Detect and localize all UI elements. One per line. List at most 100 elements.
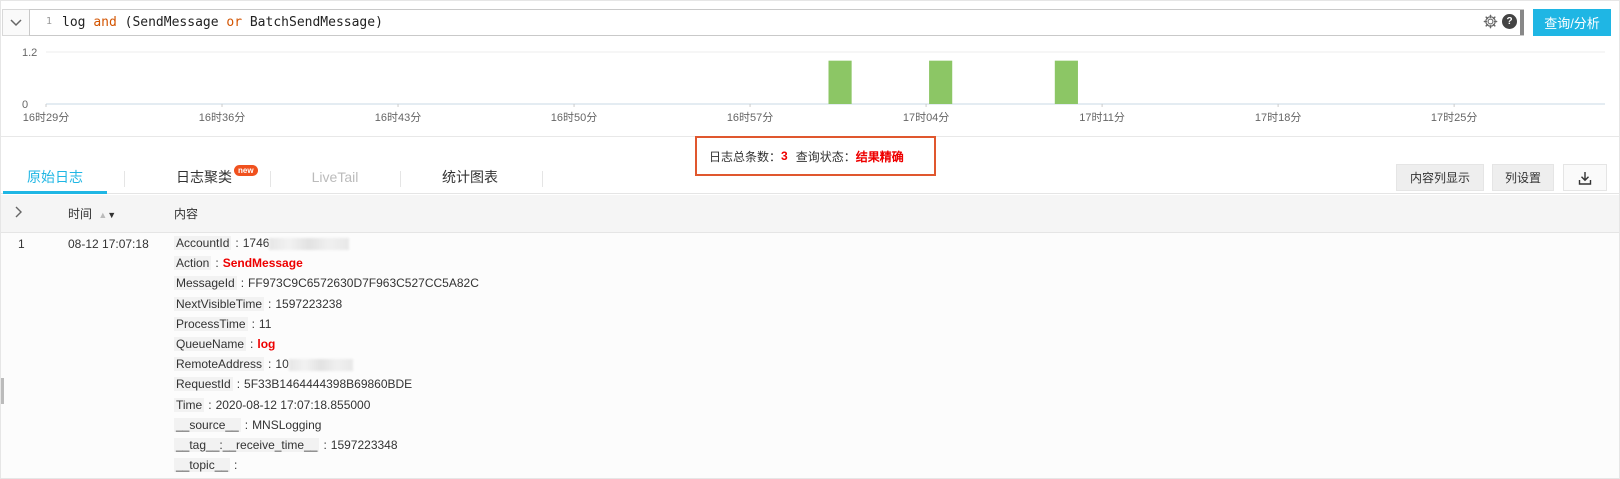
x-tick-label: 16时29分 xyxy=(23,111,69,124)
field-value[interactable]: 1746 xyxy=(243,236,270,250)
status-value: 结果精确 xyxy=(855,149,904,164)
log-field: NextVisibleTime:1597223238 xyxy=(174,294,479,314)
x-tick-label: 16时43分 xyxy=(375,111,421,124)
query-token: (SendMessage xyxy=(116,15,227,30)
log-field: __source__: MNSLogging xyxy=(174,415,479,435)
field-separator: : xyxy=(251,316,255,331)
table-header: 时间 ▲▼ 内容 xyxy=(0,195,1620,233)
download-button[interactable] xyxy=(1563,164,1607,191)
table-row: 1 08-12 17:07:18 AccountId:1746 Action: Se… xyxy=(0,233,1620,479)
x-tick-label: 16时36分 xyxy=(199,111,245,124)
log-field: RemoteAddress:10 xyxy=(174,354,479,374)
field-key[interactable]: AccountId xyxy=(174,236,232,250)
field-key[interactable]: RequestId xyxy=(174,377,233,392)
help-icon[interactable]: ? xyxy=(1502,14,1517,29)
field-key[interactable]: __tag__:__receive_time__ xyxy=(174,437,320,452)
field-separator: : xyxy=(208,397,212,412)
tab-log-cluster[interactable]: 日志聚类 new xyxy=(144,163,264,194)
content-display-button[interactable]: 内容列显示 xyxy=(1396,164,1484,191)
log-field: MessageId: FF973C9C6572630D7F963C527CC5A8… xyxy=(174,273,479,293)
field-separator: : xyxy=(323,437,327,452)
field-value[interactable]: FF973C9C6572630D7F963C527CC5A82C xyxy=(248,276,479,290)
status-label: 查询状态： xyxy=(795,149,856,164)
query-editor[interactable]: 1 log and (SendMessage or BatchSendMessa… xyxy=(29,9,1524,36)
tab-raw-logs[interactable]: 原始日志 xyxy=(3,163,107,194)
gear-icon[interactable] xyxy=(1483,14,1498,29)
field-key[interactable]: NextVisibleTime xyxy=(174,296,265,311)
row-time: 08-12 17:07:18 xyxy=(68,237,149,251)
x-tick-label: 17时18分 xyxy=(1255,111,1301,124)
field-value[interactable]: 11 xyxy=(259,317,271,331)
field-value[interactable]: SendMessage xyxy=(223,256,303,270)
left-resize-handle[interactable] xyxy=(0,378,4,404)
field-separator: : xyxy=(250,336,254,351)
chevron-down-icon xyxy=(10,18,22,26)
tab-separator xyxy=(270,171,271,187)
field-separator: : xyxy=(234,458,238,473)
query-token: log xyxy=(62,15,94,30)
field-key[interactable]: RemoteAddress xyxy=(174,357,265,372)
x-tick-label: 17时25分 xyxy=(1431,111,1477,124)
histogram-chart: 1.2 016时29分 16时36分 16时43分 16时50分 16时57分 17时04分… xyxy=(22,47,1605,124)
log-histogram: 1.2 0 16时29分 16时36分 16时43分 16时50分 16时57分 17时04分… xyxy=(0,44,1620,130)
download-icon xyxy=(1578,171,1592,185)
tab-separator xyxy=(400,171,401,187)
x-tick-label: 17时04分 xyxy=(903,111,949,124)
field-key[interactable]: ProcessTime xyxy=(174,316,248,331)
expand-all-toggle[interactable] xyxy=(15,195,23,233)
line-number: 1 xyxy=(45,16,52,27)
tab-statistics-chart[interactable]: 统计图表 xyxy=(420,163,520,194)
field-separator: : xyxy=(236,377,241,392)
search-analyze-button[interactable]: 查询/分析 xyxy=(1533,9,1611,36)
chevron-right-icon xyxy=(15,206,22,218)
field-value[interactable]: 10 xyxy=(275,357,288,371)
expand-query-button[interactable] xyxy=(2,9,29,36)
field-value[interactable]: 5F33B1464444398B69860BDE xyxy=(244,377,412,391)
x-tick-label: 16时57分 xyxy=(727,111,773,124)
row-index: 1 xyxy=(18,237,25,251)
query-bar: 1 log and (SendMessage or BatchSendMessa… xyxy=(0,0,1620,48)
tab-separator xyxy=(542,171,543,187)
time-column-header[interactable]: 时间 ▲▼ xyxy=(68,195,116,234)
column-settings-button[interactable]: 列设置 xyxy=(1492,164,1554,191)
query-keyword: or xyxy=(226,15,243,30)
field-value[interactable]: 1597223348 xyxy=(331,438,398,452)
result-summary: 日志总条数： 3 查询状态： 结果精确 xyxy=(695,136,936,176)
sort-icon[interactable]: ▲▼ xyxy=(98,196,116,234)
field-key[interactable]: MessageId xyxy=(174,276,237,291)
editor-tools: ? xyxy=(1483,14,1517,29)
count-label: 日志总条数： xyxy=(709,149,782,164)
y-tick-label: 1.2 xyxy=(22,47,37,59)
tab-livetail[interactable]: LiveTail xyxy=(290,163,380,194)
field-value[interactable]: 2020-08-12 17:07:18.855000 xyxy=(216,398,371,412)
field-separator: : xyxy=(244,417,249,432)
count-value: 3 xyxy=(781,149,788,163)
tab-log-cluster-label: 日志聚类 xyxy=(176,169,232,185)
log-field: __topic__: xyxy=(174,455,479,475)
query-token: BatchSendMessage) xyxy=(242,15,383,30)
histogram-bar xyxy=(1054,60,1078,104)
field-value[interactable]: log xyxy=(257,337,275,351)
field-key[interactable]: QueueName xyxy=(174,336,247,351)
field-separator: : xyxy=(215,256,219,271)
y-tick-label: 0 xyxy=(22,99,28,111)
field-value[interactable]: MNSLogging xyxy=(252,418,321,432)
log-field: ProcessTime:11 xyxy=(174,314,479,334)
field-value[interactable]: 1597223238 xyxy=(275,297,342,311)
time-header-label: 时间 xyxy=(68,207,93,221)
x-tick-label: 16时50分 xyxy=(551,111,597,124)
log-field: AccountId:1746 xyxy=(174,233,479,253)
field-key[interactable]: __topic__ xyxy=(174,458,231,473)
field-key[interactable]: Time xyxy=(174,397,205,412)
log-field: QueueName: log xyxy=(174,334,479,354)
content-column-header: 内容 xyxy=(174,207,199,221)
log-field: Time:2020-08-12 17:07:18.855000 xyxy=(174,395,479,415)
field-key[interactable]: __source__ xyxy=(174,417,241,432)
log-field: __tag__:__receive_time__:1597223348 xyxy=(174,435,479,455)
editor-scrollbar[interactable] xyxy=(1520,10,1524,35)
field-separator: : xyxy=(268,357,272,372)
redacted-value xyxy=(269,237,350,250)
log-field: Action: SendMessage xyxy=(174,253,479,273)
query-text[interactable]: log and (SendMessage or BatchSendMessage… xyxy=(62,10,383,35)
field-key[interactable]: Action xyxy=(174,256,212,271)
